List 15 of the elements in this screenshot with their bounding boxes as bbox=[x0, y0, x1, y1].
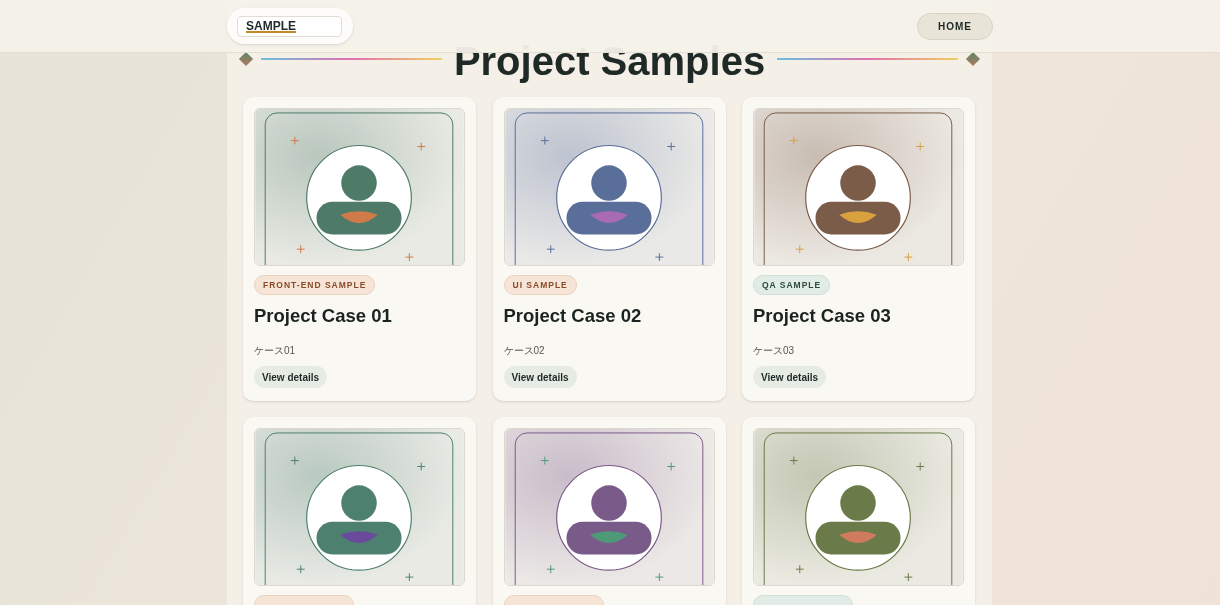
card-subtitle: ケース01 bbox=[254, 345, 296, 357]
view-details-button[interactable]: View details bbox=[753, 366, 827, 388]
card-subtitle: ケース02 bbox=[503, 345, 545, 357]
logo-link[interactable]: SAMPLE bbox=[237, 15, 342, 37]
view-details-button[interactable]: View details bbox=[503, 366, 577, 388]
view-details-button[interactable]: View details bbox=[254, 366, 328, 388]
category-tag: FRONT-END SAMPLE bbox=[254, 275, 376, 295]
card-subtitle: ケース03 bbox=[753, 345, 795, 357]
category-tag: QA SAMPLE bbox=[753, 275, 831, 295]
card-title: Project Case 03 bbox=[753, 305, 891, 327]
nav-link[interactable]: HOME bbox=[917, 12, 993, 40]
page-title: Project Samples bbox=[453, 38, 766, 84]
card-title: Project Case 01 bbox=[254, 305, 392, 327]
category-tag: UI SAMPLE bbox=[503, 275, 577, 295]
card-title: Project Case 02 bbox=[503, 305, 642, 327]
